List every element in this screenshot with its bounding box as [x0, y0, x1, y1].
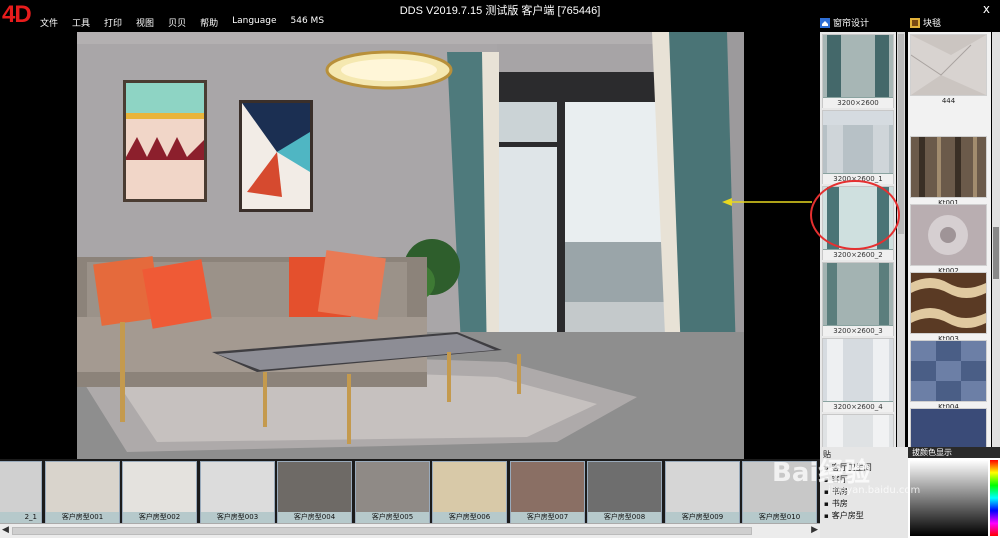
room-thumb[interactable]: 客户房型009	[665, 461, 740, 523]
fabric-swatch	[919, 137, 977, 197]
fabric-thumb[interactable]: 444	[910, 34, 987, 105]
menu-tools[interactable]: 工具	[72, 16, 90, 29]
scroll-left-icon[interactable]: ◀	[2, 525, 9, 535]
menu-print[interactable]: 打印	[104, 16, 122, 29]
room-thumb[interactable]: 客户房型001	[45, 461, 120, 523]
curtain-thumb[interactable]	[822, 414, 894, 447]
room-thumb[interactable]: 客户房型005	[355, 461, 430, 523]
fabric-list: 444 Kt001 Kt002 Kt003 Kt004	[908, 32, 991, 447]
color-picker-panel: 拔颜色显示	[908, 447, 1000, 538]
curtain-preview	[823, 339, 893, 401]
tab-curtain-design[interactable]: 窗帘设计	[820, 16, 869, 29]
tab-fabric-label: 块毯	[923, 19, 942, 29]
room-thumb[interactable]: 客户房型003	[200, 461, 275, 523]
fabric-swatch	[911, 278, 986, 328]
room-thumb[interactable]: 客户房型007	[510, 461, 585, 523]
scrollbar-thumb[interactable]	[993, 227, 999, 279]
watermark-main: Bai经验	[772, 458, 871, 488]
curtain-thumb-label: 3200×2600	[823, 98, 893, 108]
room-type-item[interactable]: ▪ 书房	[820, 498, 908, 510]
room-thumb-label: 客户房型004	[278, 512, 351, 523]
title-bar: 4D DDS V2019.7.15 测试版 客户端 [765446] 文件 工具…	[0, 0, 1000, 32]
menu-language[interactable]: Language	[232, 16, 276, 29]
arrow-icon	[722, 198, 812, 206]
fabric-thumb[interactable]: Kt003	[910, 272, 987, 343]
menu-view[interactable]: 视图	[136, 16, 154, 29]
curtain-thumb[interactable]: 3200×2600_1	[822, 110, 894, 184]
room-render-canvas[interactable]	[77, 32, 744, 459]
curtain-thumb-label: 3200×2600_2	[823, 250, 893, 260]
color-gradient-field[interactable]	[910, 460, 988, 536]
room-thumb-label: 客户房型001	[46, 512, 119, 523]
app-window: 4D DDS V2019.7.15 测试版 客户端 [765446] 文件 工具…	[0, 0, 1000, 538]
curtain-thumb[interactable]: 3200×2600	[822, 34, 894, 108]
fabric-thumb[interactable]: Kt001	[910, 136, 987, 207]
curtain-thumb-label: 3200×2600_4	[823, 402, 893, 412]
house-icon	[820, 17, 830, 28]
room-thumb-label: 客户房型009	[666, 512, 739, 523]
latency-readout: 546 MS	[290, 16, 325, 26]
scroll-right-icon[interactable]: ▶	[811, 525, 818, 535]
scrollbar-thumb[interactable]	[898, 34, 904, 234]
bullet-icon: ▪	[824, 500, 829, 508]
room-type-label: 书房	[831, 499, 848, 508]
room-thumb-label: 客户房型002	[123, 512, 196, 523]
scrollbar-thumb[interactable]	[12, 527, 752, 535]
tab-fabric[interactable]: 块毯	[910, 16, 941, 29]
curtain-preview	[823, 263, 893, 325]
room-thumb-label: 客户房型008	[588, 512, 661, 523]
fabric-swatch	[928, 215, 968, 255]
curtain-preview	[823, 415, 893, 447]
tab-curtain-design-label: 窗帘设计	[833, 19, 870, 29]
curtain-thumb[interactable]: 3200×2600_4	[822, 338, 894, 412]
room-thumb-label: 客户房型007	[511, 512, 584, 523]
room-type-label: 客户房型	[831, 511, 864, 520]
watermark: Bai经验 jingyan.baidu.com	[772, 452, 920, 496]
curtain-preview	[823, 35, 893, 97]
highlight-circle	[810, 180, 900, 250]
room-thumb[interactable]: 客户房型002	[122, 461, 197, 523]
color-picker-header: 拔颜色显示	[908, 447, 1000, 458]
room-thumb-label: 2_1	[0, 512, 41, 523]
fabric-swatch	[910, 35, 986, 95]
fabric-thumb-label: 444	[941, 97, 956, 105]
room-thumb-label: 客户房型003	[201, 512, 274, 523]
fabric-swatch	[911, 341, 986, 401]
room-thumb-label: 客户房型006	[433, 512, 506, 523]
hue-slider[interactable]	[990, 460, 998, 536]
menu-bar: 文件 工具 打印 视图 贝贝 帮助 Language 546 MS	[40, 16, 338, 29]
fabric-thumb[interactable]: Kt004	[910, 340, 987, 411]
fabric-list-scrollbar[interactable]	[992, 32, 1000, 447]
menu-file[interactable]: 文件	[40, 16, 58, 29]
curtain-preview	[823, 111, 893, 173]
room-thumb-label: 客户房型010	[743, 512, 816, 523]
curtain-thumb-label: 3200×2600_3	[823, 326, 893, 336]
bullet-icon: ▪	[824, 512, 829, 520]
watermark-url: jingyan.baidu.com	[828, 485, 921, 496]
curtain-list-scrollbar[interactable]	[897, 32, 905, 447]
room-thumb-label: 客户房型005	[356, 512, 429, 523]
room-render-image	[77, 32, 744, 459]
room-thumb[interactable]: 客户房型004	[277, 461, 352, 523]
curtain-thumb[interactable]: 3200×2600_3	[822, 262, 894, 336]
fabric-icon	[910, 17, 920, 28]
fabric-thumb[interactable]	[910, 408, 987, 447]
menu-beibei[interactable]: 贝贝	[168, 16, 186, 29]
fabric-thumb[interactable]: Kt002	[910, 204, 987, 275]
close-icon[interactable]: x	[983, 2, 990, 16]
room-thumb[interactable]: 客户房型006	[432, 461, 507, 523]
room-type-item[interactable]: ▪ 客户房型	[820, 510, 908, 522]
filmstrip-scrollbar[interactable]: ◀ ▶	[0, 523, 820, 538]
room-thumb[interactable]: 客户房型008	[587, 461, 662, 523]
menu-help[interactable]: 帮助	[200, 16, 218, 29]
room-thumb[interactable]: 2_1	[0, 461, 42, 523]
